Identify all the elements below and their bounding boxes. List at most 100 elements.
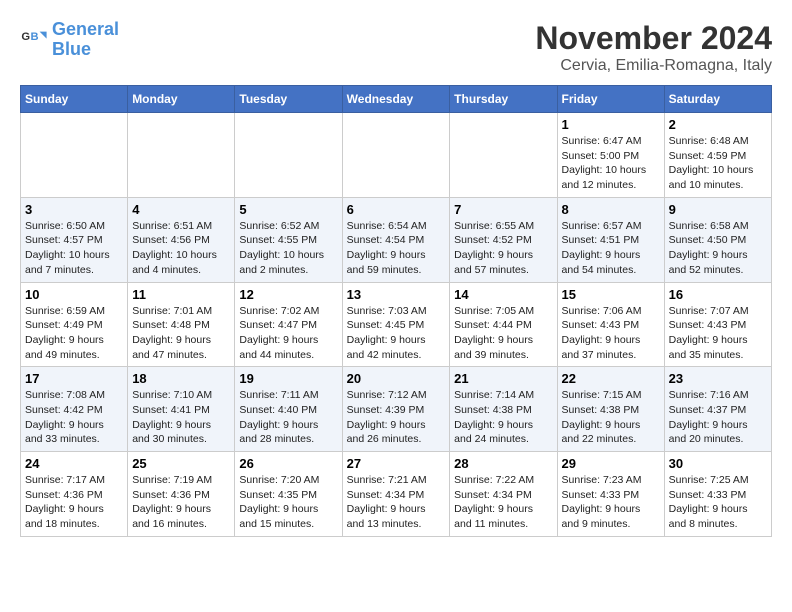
day-info: Sunrise: 7:03 AMSunset: 4:45 PMDaylight:… (347, 304, 446, 363)
day-info: Sunrise: 6:55 AMSunset: 4:52 PMDaylight:… (454, 219, 552, 278)
calendar-cell: 20Sunrise: 7:12 AMSunset: 4:39 PMDayligh… (342, 367, 450, 452)
day-info: Sunrise: 7:02 AMSunset: 4:47 PMDaylight:… (239, 304, 337, 363)
day-info: Sunrise: 7:14 AMSunset: 4:38 PMDaylight:… (454, 388, 552, 447)
day-number: 15 (562, 287, 660, 302)
day-number: 5 (239, 202, 337, 217)
calendar-cell (21, 113, 128, 198)
calendar-cell: 6 Sunrise: 6:54 AMSunset: 4:54 PMDaylight… (342, 197, 450, 282)
logo-icon: G B (20, 26, 48, 54)
day-info: Sunrise: 6:54 AMSunset: 4:54 PMDaylight:… (347, 219, 446, 278)
day-number: 29 (562, 456, 660, 471)
weekday-header-thursday: Thursday (450, 86, 557, 113)
calendar-cell: 10 Sunrise: 6:59 AMSunset: 4:49 PMDayligh… (21, 282, 128, 367)
day-number: 21 (454, 371, 552, 386)
day-number: 9 (669, 202, 767, 217)
day-number: 26 (239, 456, 337, 471)
logo-text-line1: General (52, 20, 119, 40)
day-info: Sunrise: 6:57 AMSunset: 4:51 PMDaylight:… (562, 219, 660, 278)
calendar-cell: 18 Sunrise: 7:10 AMSunset: 4:41 PMDayligh… (128, 367, 235, 452)
calendar-cell: 24Sunrise: 7:17 AMSunset: 4:36 PMDayligh… (21, 452, 128, 537)
day-number: 6 (347, 202, 446, 217)
location-title: Cervia, Emilia-Romagna, Italy (535, 57, 772, 75)
calendar-cell: 30 Sunrise: 7:25 AMSunset: 4:33 PMDayligh… (664, 452, 771, 537)
day-number: 8 (562, 202, 660, 217)
day-info: Sunrise: 6:59 AMSunset: 4:49 PMDaylight:… (25, 304, 123, 363)
calendar-cell: 8 Sunrise: 6:57 AMSunset: 4:51 PMDaylight… (557, 197, 664, 282)
day-number: 25 (132, 456, 230, 471)
calendar-cell: 29Sunrise: 7:23 AMSunset: 4:33 PMDayligh… (557, 452, 664, 537)
calendar-cell: 3 Sunrise: 6:50 AMSunset: 4:57 PMDaylight… (21, 197, 128, 282)
calendar-cell: 16 Sunrise: 7:07 AMSunset: 4:43 PMDayligh… (664, 282, 771, 367)
week-row-4: 24Sunrise: 7:17 AMSunset: 4:36 PMDayligh… (21, 452, 772, 537)
calendar-cell: 27Sunrise: 7:21 AMSunset: 4:34 PMDayligh… (342, 452, 450, 537)
weekday-header-sunday: Sunday (21, 86, 128, 113)
weekday-header-friday: Friday (557, 86, 664, 113)
week-row-2: 10 Sunrise: 6:59 AMSunset: 4:49 PMDayligh… (21, 282, 772, 367)
calendar-cell: 4Sunrise: 6:51 AMSunset: 4:56 PMDaylight… (128, 197, 235, 282)
day-number: 2 (669, 117, 767, 132)
day-info: Sunrise: 7:05 AMSunset: 4:44 PMDaylight:… (454, 304, 552, 363)
calendar-cell: 23Sunrise: 7:16 AMSunset: 4:37 PMDayligh… (664, 367, 771, 452)
calendar-cell: 28Sunrise: 7:22 AMSunset: 4:34 PMDayligh… (450, 452, 557, 537)
svg-text:B: B (31, 31, 39, 43)
day-info: Sunrise: 7:15 AMSunset: 4:38 PMDaylight:… (562, 388, 660, 447)
day-info: Sunrise: 6:52 AMSunset: 4:55 PMDaylight:… (239, 219, 337, 278)
week-row-3: 17Sunrise: 7:08 AMSunset: 4:42 PMDayligh… (21, 367, 772, 452)
day-number: 1 (562, 117, 660, 132)
day-info: Sunrise: 7:06 AMSunset: 4:43 PMDaylight:… (562, 304, 660, 363)
day-number: 27 (347, 456, 446, 471)
calendar-table: SundayMondayTuesdayWednesdayThursdayFrid… (20, 85, 772, 537)
logo-text-line2: Blue (52, 40, 119, 60)
weekday-header-tuesday: Tuesday (235, 86, 342, 113)
day-number: 11 (132, 287, 230, 302)
day-info: Sunrise: 6:51 AMSunset: 4:56 PMDaylight:… (132, 219, 230, 278)
week-row-0: 1 Sunrise: 6:47 AMSunset: 5:00 PMDaylight… (21, 113, 772, 198)
weekday-header-wednesday: Wednesday (342, 86, 450, 113)
day-number: 18 (132, 371, 230, 386)
calendar-cell: 17Sunrise: 7:08 AMSunset: 4:42 PMDayligh… (21, 367, 128, 452)
calendar-cell: 19Sunrise: 7:11 AMSunset: 4:40 PMDayligh… (235, 367, 342, 452)
day-info: Sunrise: 6:47 AMSunset: 5:00 PMDaylight:… (562, 134, 660, 193)
day-info: Sunrise: 7:12 AMSunset: 4:39 PMDaylight:… (347, 388, 446, 447)
day-info: Sunrise: 7:01 AMSunset: 4:48 PMDaylight:… (132, 304, 230, 363)
day-info: Sunrise: 7:20 AMSunset: 4:35 PMDaylight:… (239, 473, 337, 532)
day-number: 17 (25, 371, 123, 386)
calendar-cell (450, 113, 557, 198)
calendar-cell: 2 Sunrise: 6:48 AMSunset: 4:59 PMDaylight… (664, 113, 771, 198)
calendar-cell: 15 Sunrise: 7:06 AMSunset: 4:43 PMDayligh… (557, 282, 664, 367)
day-number: 23 (669, 371, 767, 386)
calendar-cell (342, 113, 450, 198)
day-number: 14 (454, 287, 552, 302)
logo: G B General Blue (20, 20, 119, 60)
page-header: G B General Blue November 2024 Cervia, E… (20, 20, 772, 75)
day-info: Sunrise: 6:58 AMSunset: 4:50 PMDaylight:… (669, 219, 767, 278)
day-number: 10 (25, 287, 123, 302)
day-info: Sunrise: 7:07 AMSunset: 4:43 PMDaylight:… (669, 304, 767, 363)
calendar-cell: 9 Sunrise: 6:58 AMSunset: 4:50 PMDaylight… (664, 197, 771, 282)
day-number: 7 (454, 202, 552, 217)
day-number: 30 (669, 456, 767, 471)
day-info: Sunrise: 7:22 AMSunset: 4:34 PMDaylight:… (454, 473, 552, 532)
calendar-cell: 1 Sunrise: 6:47 AMSunset: 5:00 PMDaylight… (557, 113, 664, 198)
day-info: Sunrise: 6:50 AMSunset: 4:57 PMDaylight:… (25, 219, 123, 278)
day-number: 16 (669, 287, 767, 302)
calendar-cell: 25 Sunrise: 7:19 AMSunset: 4:36 PMDayligh… (128, 452, 235, 537)
calendar-cell (235, 113, 342, 198)
calendar-cell: 21 Sunrise: 7:14 AMSunset: 4:38 PMDayligh… (450, 367, 557, 452)
calendar-cell: 14 Sunrise: 7:05 AMSunset: 4:44 PMDayligh… (450, 282, 557, 367)
svg-text:G: G (21, 31, 30, 43)
title-section: November 2024 Cervia, Emilia-Romagna, It… (535, 20, 772, 75)
day-info: Sunrise: 7:19 AMSunset: 4:36 PMDaylight:… (132, 473, 230, 532)
calendar-cell: 26 Sunrise: 7:20 AMSunset: 4:35 PMDayligh… (235, 452, 342, 537)
calendar-cell (128, 113, 235, 198)
day-number: 22 (562, 371, 660, 386)
calendar-cell: 5 Sunrise: 6:52 AMSunset: 4:55 PMDaylight… (235, 197, 342, 282)
day-info: Sunrise: 6:48 AMSunset: 4:59 PMDaylight:… (669, 134, 767, 193)
calendar-cell: 12Sunrise: 7:02 AMSunset: 4:47 PMDayligh… (235, 282, 342, 367)
calendar-cell: 7 Sunrise: 6:55 AMSunset: 4:52 PMDaylight… (450, 197, 557, 282)
day-info: Sunrise: 7:25 AMSunset: 4:33 PMDaylight:… (669, 473, 767, 532)
day-number: 24 (25, 456, 123, 471)
calendar-cell: 22 Sunrise: 7:15 AMSunset: 4:38 PMDayligh… (557, 367, 664, 452)
day-number: 3 (25, 202, 123, 217)
day-info: Sunrise: 7:10 AMSunset: 4:41 PMDaylight:… (132, 388, 230, 447)
